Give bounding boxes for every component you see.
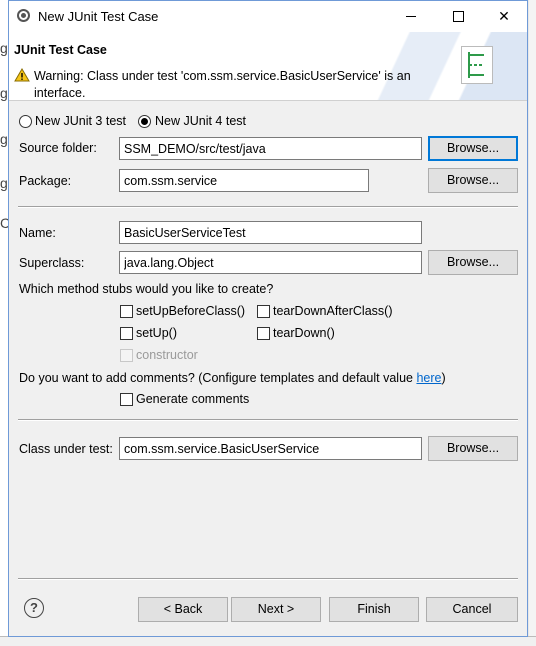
background-letter: g bbox=[0, 40, 8, 56]
class-under-test-label: Class under test: bbox=[19, 442, 113, 456]
superclass-browse-button[interactable]: Browse... bbox=[428, 250, 518, 275]
configure-templates-link[interactable]: here bbox=[416, 371, 441, 385]
junit-dialog: New JUnit Test Case ✕ JUnit Test Case Wa… bbox=[8, 0, 528, 637]
comments-question: Do you want to add comments? (Configure … bbox=[19, 371, 446, 385]
source-folder-label: Source folder: bbox=[19, 141, 97, 155]
package-browse-button[interactable]: Browse... bbox=[428, 168, 518, 193]
setup-checkbox[interactable] bbox=[120, 327, 133, 340]
stubs-question: Which method stubs would you like to cre… bbox=[19, 282, 274, 296]
background-right-strip bbox=[529, 0, 536, 645]
background-letter: g bbox=[0, 175, 8, 191]
package-label: Package: bbox=[19, 174, 72, 188]
background-letter: g bbox=[0, 85, 8, 101]
comments-question-close: ) bbox=[441, 371, 446, 385]
wizard-title: JUnit Test Case bbox=[14, 43, 107, 57]
teardown-checkbox[interactable] bbox=[257, 327, 270, 340]
junit4-radio[interactable] bbox=[138, 115, 151, 128]
eclipse-icon bbox=[17, 9, 30, 22]
setup-label[interactable]: setUp() bbox=[136, 326, 177, 340]
junit-wizard-icon bbox=[461, 46, 493, 84]
separator bbox=[18, 206, 518, 208]
maximize-button[interactable] bbox=[435, 1, 481, 32]
junit3-radio[interactable] bbox=[19, 115, 32, 128]
teardown-after-class-checkbox[interactable] bbox=[257, 305, 270, 318]
source-folder-input[interactable] bbox=[119, 137, 422, 160]
window-title: New JUnit Test Case bbox=[38, 9, 159, 24]
comments-question-text: Do you want to add comments? (Configure … bbox=[19, 371, 417, 385]
teardown-label[interactable]: tearDown() bbox=[273, 326, 335, 340]
warning-icon bbox=[14, 68, 30, 82]
constructor-label: constructor bbox=[136, 348, 198, 362]
name-label: Name: bbox=[19, 226, 56, 240]
package-input[interactable] bbox=[119, 169, 369, 192]
junit4-label[interactable]: New JUnit 4 test bbox=[155, 114, 246, 128]
generate-comments-label[interactable]: Generate comments bbox=[136, 392, 249, 406]
warning-message: Warning: Class under test 'com.ssm.servi… bbox=[34, 69, 411, 100]
source-folder-browse-button[interactable]: Browse... bbox=[428, 136, 518, 161]
constructor-checkbox bbox=[120, 349, 133, 362]
class-under-test-browse-button[interactable]: Browse... bbox=[428, 436, 518, 461]
class-under-test-input[interactable] bbox=[119, 437, 422, 460]
setup-before-class-checkbox[interactable] bbox=[120, 305, 133, 318]
cancel-button[interactable]: Cancel bbox=[426, 597, 518, 622]
separator bbox=[18, 419, 518, 421]
superclass-label: Superclass: bbox=[19, 256, 85, 270]
close-button[interactable]: ✕ bbox=[481, 1, 527, 32]
minimize-button[interactable] bbox=[389, 1, 435, 32]
back-button[interactable]: < Back bbox=[138, 597, 228, 622]
next-button[interactable]: Next > bbox=[231, 597, 321, 622]
teardown-after-class-label[interactable]: tearDownAfterClass() bbox=[273, 304, 392, 318]
generate-comments-checkbox[interactable] bbox=[120, 393, 133, 406]
superclass-input[interactable] bbox=[119, 251, 422, 274]
title-bar: New JUnit Test Case ✕ bbox=[9, 1, 527, 32]
footer-separator bbox=[18, 578, 518, 580]
background-letter: g bbox=[0, 131, 8, 147]
setup-before-class-label[interactable]: setUpBeforeClass() bbox=[136, 304, 245, 318]
help-icon[interactable]: ? bbox=[24, 598, 44, 618]
finish-button[interactable]: Finish bbox=[329, 597, 419, 622]
junit3-label[interactable]: New JUnit 3 test bbox=[35, 114, 126, 128]
name-input[interactable] bbox=[119, 221, 422, 244]
wizard-header: JUnit Test Case Warning: Class under tes… bbox=[9, 32, 527, 101]
